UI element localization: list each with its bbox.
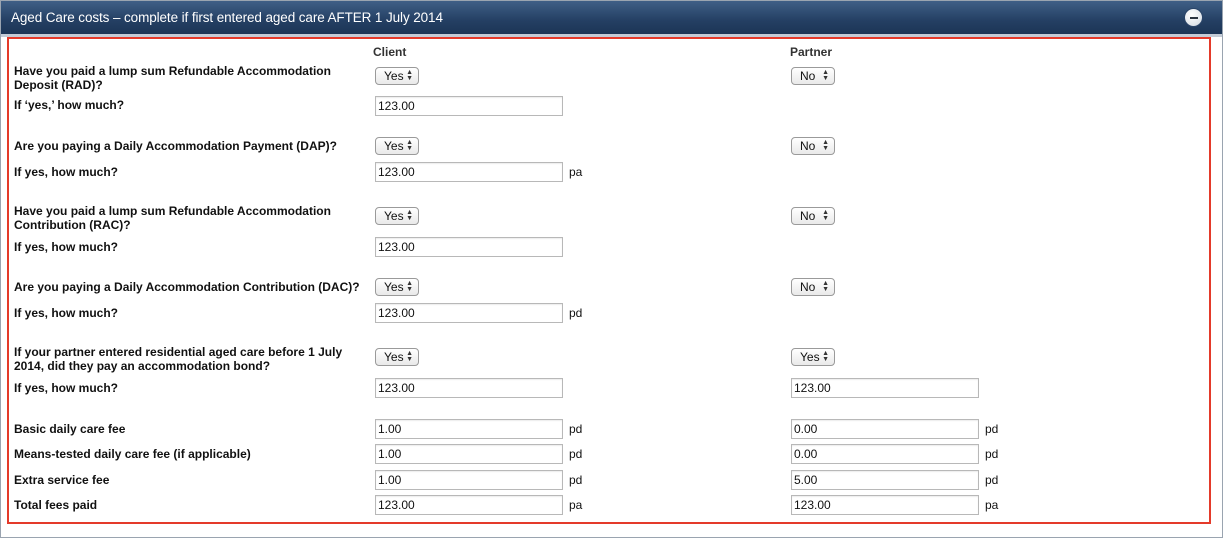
client-means-tested-fee-unit: pd <box>569 447 583 461</box>
rac-question-line1: Have you paid a lump sum Refundable Acco… <box>14 204 331 218</box>
partner-dap-select-value: No <box>800 139 816 153</box>
partner-dac-select[interactable]: No ▲ ▼ <box>791 278 835 296</box>
extra-service-fee-label: Extra service fee <box>14 473 110 487</box>
partner-dap-select[interactable]: No ▲ ▼ <box>791 137 835 155</box>
rac-question-label: Have you paid a lump sum Refundable Acco… <box>14 204 331 232</box>
panel-header: Aged Care costs – complete if first ente… <box>1 1 1222 37</box>
partner-bond-select[interactable]: Yes ▲ ▼ <box>791 348 835 366</box>
partner-rac-select[interactable]: No ▲ ▼ <box>791 207 835 225</box>
partner-bond-amount-input[interactable]: 123.00 <box>791 378 979 398</box>
rad-amount-label: If ‘yes,’ how much? <box>14 98 125 112</box>
client-total-fees-unit: pa <box>569 498 583 512</box>
partner-means-tested-fee-unit: pd <box>985 447 999 461</box>
rac-amount-label: If yes, how much? <box>14 240 119 254</box>
dap-question-label: Are you paying a Daily Accommodation Pay… <box>14 139 337 153</box>
client-rad-amount-input[interactable]: 123.00 <box>375 96 563 116</box>
select-arrows-icon: ▲ ▼ <box>822 139 829 152</box>
client-rac-select[interactable]: Yes ▲ ▼ <box>375 207 419 225</box>
client-means-tested-fee-input[interactable]: 1.00 <box>375 444 563 464</box>
client-dac-unit: pd <box>569 306 583 320</box>
client-extra-service-fee-input[interactable]: 1.00 <box>375 470 563 490</box>
client-extra-service-fee-unit: pd <box>569 473 583 487</box>
client-dac-select-value: Yes <box>384 280 404 294</box>
client-rac-select-value: Yes <box>384 209 404 223</box>
partner-extra-service-fee-input[interactable]: 5.00 <box>791 470 979 490</box>
partner-means-tested-fee-input[interactable]: 0.00 <box>791 444 979 464</box>
column-header-client: Client <box>373 45 407 59</box>
means-tested-fee-label: Means-tested daily care fee (if applicab… <box>14 447 251 461</box>
client-bond-select[interactable]: Yes ▲ ▼ <box>375 348 419 366</box>
dac-amount-label: If yes, how much? <box>14 306 119 320</box>
select-arrows-icon: ▲ ▼ <box>822 69 829 82</box>
dac-question-label: Are you paying a Daily Accommodation Con… <box>14 280 360 294</box>
select-arrows-icon: ▲ ▼ <box>406 139 413 152</box>
bond-amount-label: If yes, how much? <box>14 381 119 395</box>
client-rac-amount-input[interactable]: 123.00 <box>375 237 563 257</box>
client-rad-select-value: Yes <box>384 69 404 83</box>
client-dac-amount-input[interactable]: 123.00 <box>375 303 563 323</box>
partner-dac-select-value: No <box>800 280 816 294</box>
select-arrows-icon: ▲ ▼ <box>406 209 413 222</box>
select-arrows-icon: ▲ ▼ <box>406 350 413 363</box>
rac-question-line2: Contribution (RAC)? <box>14 218 131 232</box>
dap-amount-label: If yes, how much? <box>14 165 119 179</box>
rad-question-label: Have you paid a lump sum Refundable Acco… <box>14 64 331 92</box>
client-dap-amount-input[interactable]: 123.00 <box>375 162 563 182</box>
total-fees-label: Total fees paid <box>14 498 98 512</box>
client-rad-select[interactable]: Yes ▲ ▼ <box>375 67 419 85</box>
partner-bond-select-value: Yes <box>800 350 820 364</box>
select-arrows-icon: ▲ ▼ <box>406 69 413 82</box>
column-header-partner: Partner <box>790 45 833 59</box>
partner-total-fees-input[interactable]: 123.00 <box>791 495 979 515</box>
select-arrows-icon: ▲ ▼ <box>822 280 829 293</box>
partner-rad-select-value: No <box>800 69 816 83</box>
rad-question-line2: Deposit (RAD)? <box>14 78 103 92</box>
client-bond-amount-input[interactable]: 123.00 <box>375 378 563 398</box>
client-basic-fee-unit: pd <box>569 422 583 436</box>
bond-question-label: If your partner entered residential aged… <box>14 345 342 373</box>
partner-rac-select-value: No <box>800 209 816 223</box>
partner-extra-service-fee-unit: pd <box>985 473 999 487</box>
partner-basic-fee-input[interactable]: 0.00 <box>791 419 979 439</box>
rad-question-line1: Have you paid a lump sum Refundable Acco… <box>14 64 331 78</box>
panel-title: Aged Care costs – complete if first ente… <box>11 10 443 25</box>
bond-question-line1: If your partner entered residential aged… <box>14 345 343 359</box>
client-dap-select-value: Yes <box>384 139 404 153</box>
minus-circle-icon[interactable] <box>1184 8 1203 27</box>
client-total-fees-input[interactable]: 123.00 <box>375 495 563 515</box>
client-bond-select-value: Yes <box>384 350 404 364</box>
client-basic-fee-input[interactable]: 1.00 <box>375 419 563 439</box>
client-dap-select[interactable]: Yes ▲ ▼ <box>375 137 419 155</box>
client-dac-select[interactable]: Yes ▲ ▼ <box>375 278 419 296</box>
select-arrows-icon: ▲ ▼ <box>822 209 829 222</box>
select-arrows-icon: ▲ ▼ <box>822 350 829 363</box>
partner-rad-select[interactable]: No ▲ ▼ <box>791 67 835 85</box>
partner-total-fees-unit: pa <box>985 498 999 512</box>
client-dap-unit: pa <box>569 165 583 179</box>
bond-question-line2: 2014, did they pay an accommodation bond… <box>14 359 271 373</box>
select-arrows-icon: ▲ ▼ <box>406 280 413 293</box>
basic-fee-label: Basic daily care fee <box>14 422 126 436</box>
partner-basic-fee-unit: pd <box>985 422 999 436</box>
